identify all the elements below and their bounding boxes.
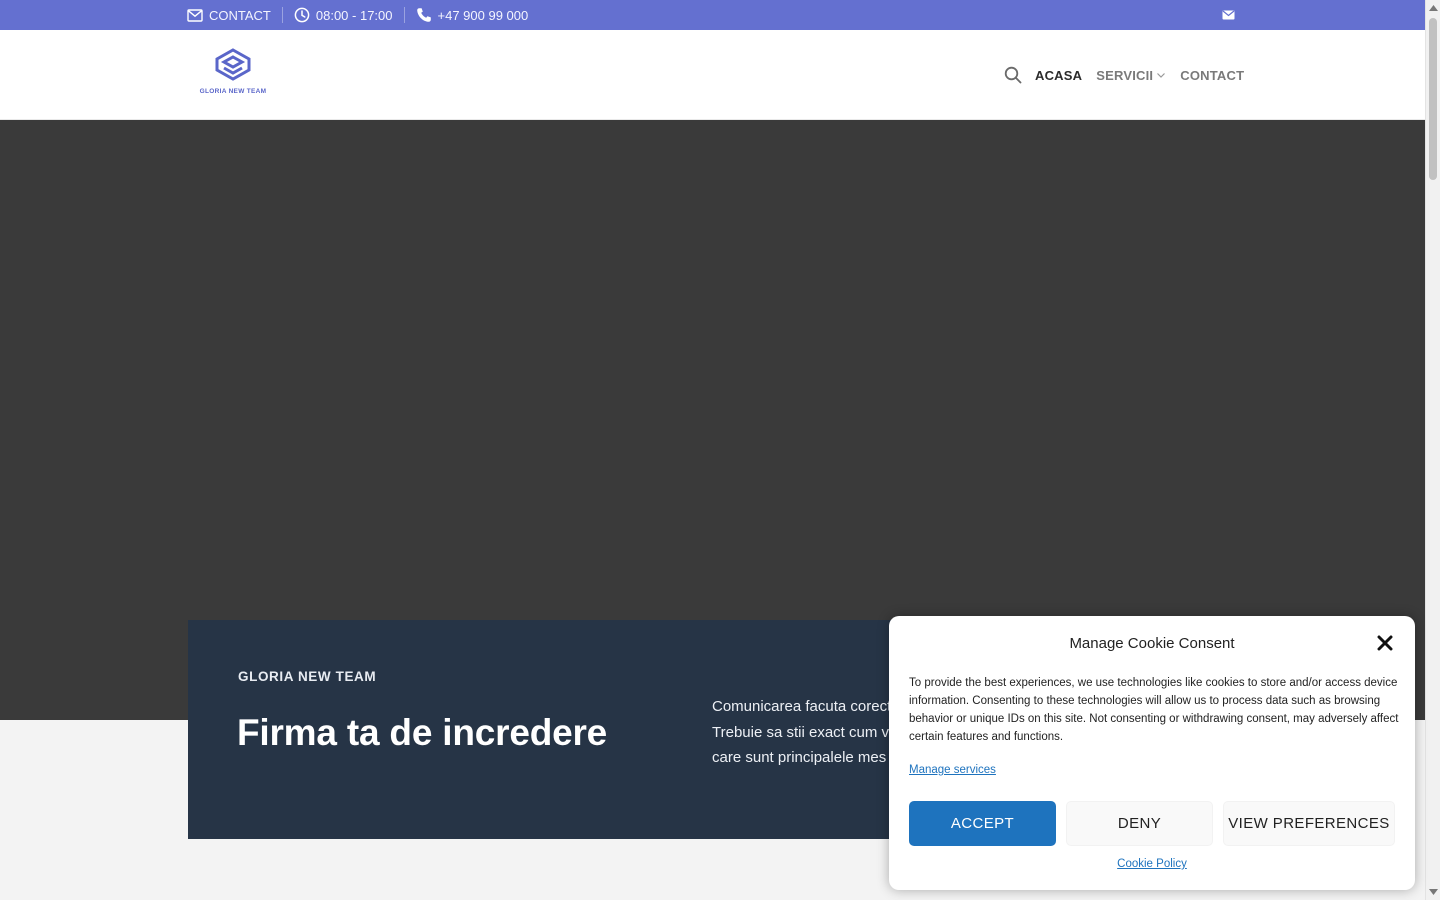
topbar-contact-link[interactable]: CONTACT bbox=[187, 7, 271, 23]
top-bar-contacts: CONTACT 08:00 - 17:00 +47 900 99 000 bbox=[187, 0, 528, 30]
manage-services-link[interactable]: Manage services bbox=[909, 764, 996, 776]
nav-item-acasa[interactable]: ACASA bbox=[1035, 68, 1082, 83]
top-bar: CONTACT 08:00 - 17:00 +47 900 99 000 bbox=[0, 0, 1425, 30]
deny-button[interactable]: DENY bbox=[1066, 801, 1213, 846]
close-icon[interactable] bbox=[1376, 634, 1394, 652]
envelope-small-icon[interactable] bbox=[1220, 7, 1236, 23]
site-header: GLORIA NEW TEAM ACASA SERVICII CONTACT bbox=[0, 30, 1425, 120]
phone-icon bbox=[416, 7, 432, 23]
logo-text: GLORIA NEW TEAM bbox=[199, 88, 267, 95]
nav-item-servicii[interactable]: SERVICII bbox=[1096, 68, 1166, 83]
page-scrollbar[interactable] bbox=[1425, 0, 1440, 900]
nav-item-servicii-label: SERVICII bbox=[1096, 67, 1154, 83]
topbar-phone-link[interactable]: +47 900 99 000 bbox=[416, 7, 529, 23]
page-title: Firma ta de incredere bbox=[237, 712, 608, 753]
topbar-phone-text: +47 900 99 000 bbox=[437, 7, 529, 23]
cookie-title: Manage Cookie Consent bbox=[1069, 635, 1235, 652]
site-logo[interactable]: GLORIA NEW TEAM bbox=[193, 48, 273, 106]
scroll-down-arrow-icon[interactable] bbox=[1429, 887, 1438, 896]
topbar-contact-label: CONTACT bbox=[209, 7, 271, 23]
cookie-consent-dialog: Manage Cookie Consent To provide the bes… bbox=[889, 616, 1415, 890]
cookie-description: To provide the best experiences, we use … bbox=[909, 677, 1399, 743]
chevron-down-icon bbox=[1156, 70, 1166, 80]
topbar-hours: 08:00 - 17:00 bbox=[294, 7, 393, 23]
search-icon[interactable] bbox=[1004, 66, 1022, 84]
main-nav: ACASA SERVICII CONTACT bbox=[1004, 30, 1244, 120]
scroll-thumb[interactable] bbox=[1429, 18, 1437, 180]
divider bbox=[403, 7, 405, 23]
nav-item-contact[interactable]: CONTACT bbox=[1180, 68, 1244, 83]
envelope-icon bbox=[187, 7, 203, 23]
view-preferences-button[interactable]: VIEW PREFERENCES bbox=[1223, 801, 1395, 846]
scroll-up-arrow-icon[interactable] bbox=[1429, 3, 1438, 12]
topbar-hours-text: 08:00 - 17:00 bbox=[315, 7, 393, 23]
accept-button[interactable]: ACCEPT bbox=[909, 801, 1056, 846]
cookie-policy-link[interactable]: Cookie Policy bbox=[889, 858, 1415, 870]
logo-mark-icon bbox=[215, 48, 251, 81]
intro-kicker: GLORIA NEW TEAM bbox=[238, 669, 377, 684]
clock-icon bbox=[294, 7, 310, 23]
divider bbox=[281, 7, 283, 23]
